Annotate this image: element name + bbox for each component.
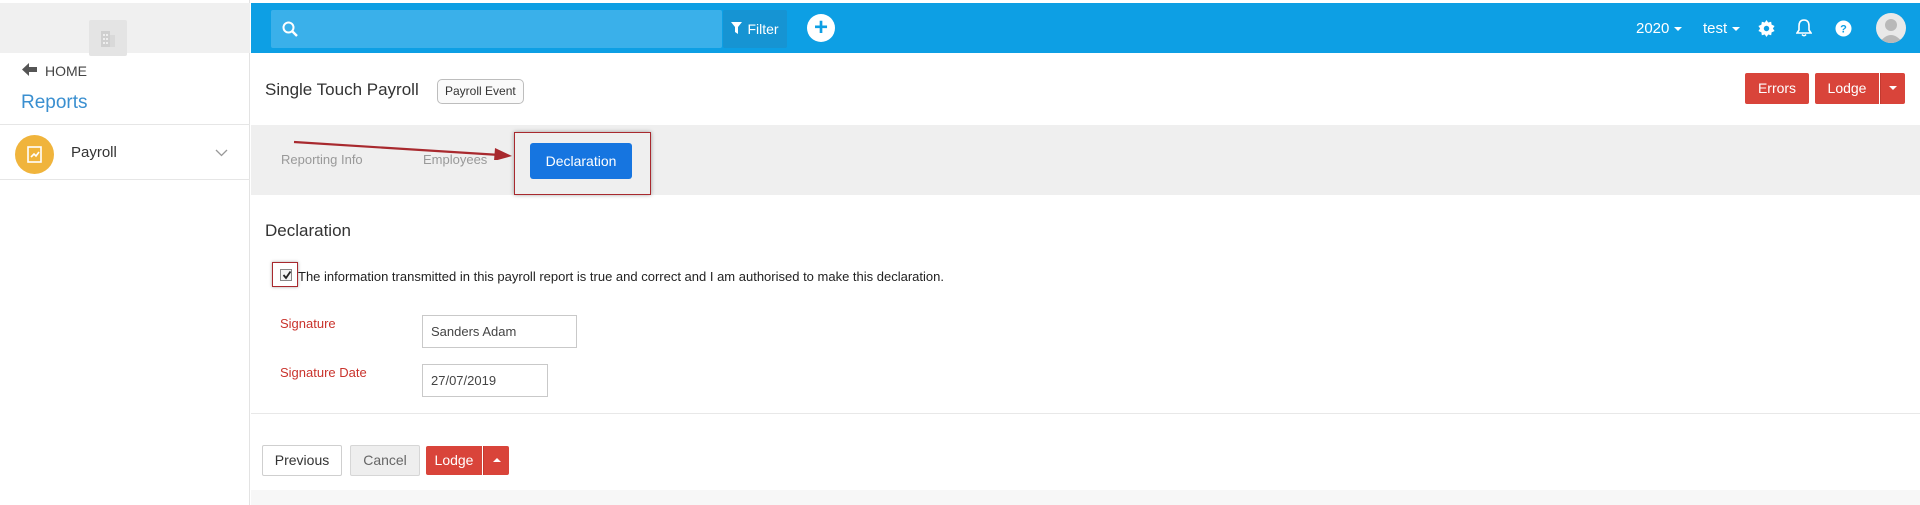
bell-icon[interactable] [1796, 3, 1812, 53]
year-label: 2020 [1636, 19, 1670, 37]
lodge-dropdown-toggle[interactable] [1880, 73, 1905, 104]
cancel-button[interactable]: Cancel [350, 445, 420, 476]
chevron-down-icon[interactable] [215, 144, 228, 160]
user-label: test [1703, 19, 1728, 37]
declaration-statement: The information transmitted in this payr… [298, 269, 944, 284]
payroll-report-icon [15, 135, 54, 174]
lodge-button[interactable]: Lodge [426, 446, 482, 475]
status-badge: Payroll Event [437, 79, 524, 104]
sidebar: HOME Reports Payroll [0, 0, 250, 505]
previous-button[interactable]: Previous [262, 445, 342, 476]
plus-icon: + [813, 14, 828, 41]
sidebar-logo-area [0, 3, 250, 56]
footer-area [251, 490, 1920, 505]
reports-title[interactable]: Reports [21, 92, 88, 114]
lodge-button[interactable]: Lodge [1815, 73, 1879, 104]
avatar[interactable] [1876, 13, 1906, 43]
search-box [271, 10, 722, 48]
caret-down-icon [1732, 27, 1741, 31]
home-label: HOME [45, 63, 87, 79]
page-title: Single Touch Payroll [265, 80, 419, 99]
help-icon[interactable]: ? [1835, 3, 1852, 53]
annotation-highlight-box [514, 132, 651, 195]
search-icon [282, 21, 298, 40]
caret-down-icon [1889, 86, 1897, 90]
add-button[interactable]: + [807, 14, 835, 42]
annotation-arrow [293, 140, 512, 160]
home-link[interactable]: HOME [22, 63, 87, 79]
filter-label: Filter [747, 21, 779, 37]
lodge-dropdown-toggle[interactable] [483, 446, 509, 475]
building-icon[interactable] [89, 20, 127, 56]
year-dropdown[interactable]: 2020 [1636, 3, 1683, 53]
divider [251, 413, 1920, 414]
errors-button[interactable]: Errors [1745, 73, 1809, 104]
topbar: Filter + 2020 test ? [251, 3, 1920, 53]
caret-up-icon [493, 458, 501, 462]
user-dropdown[interactable]: test [1703, 3, 1741, 53]
signature-field[interactable]: Sanders Adam [422, 315, 577, 348]
section-title: Declaration [265, 221, 351, 240]
declaration-checkbox[interactable] [280, 269, 292, 281]
signature-date-field[interactable]: 27/07/2019 [422, 364, 548, 397]
caret-down-icon [1674, 27, 1683, 31]
sidebar-item-label: Payroll [71, 144, 117, 161]
sidebar-item-payroll[interactable]: Payroll [0, 124, 250, 180]
arrow-left-icon [22, 63, 37, 79]
filter-icon [731, 21, 743, 37]
search-input[interactable] [311, 14, 711, 44]
svg-text:?: ? [1840, 23, 1847, 35]
gear-icon[interactable] [1758, 3, 1775, 53]
filter-button[interactable]: Filter [723, 10, 787, 48]
signature-date-label: Signature Date [280, 365, 367, 380]
signature-label: Signature [280, 316, 336, 331]
